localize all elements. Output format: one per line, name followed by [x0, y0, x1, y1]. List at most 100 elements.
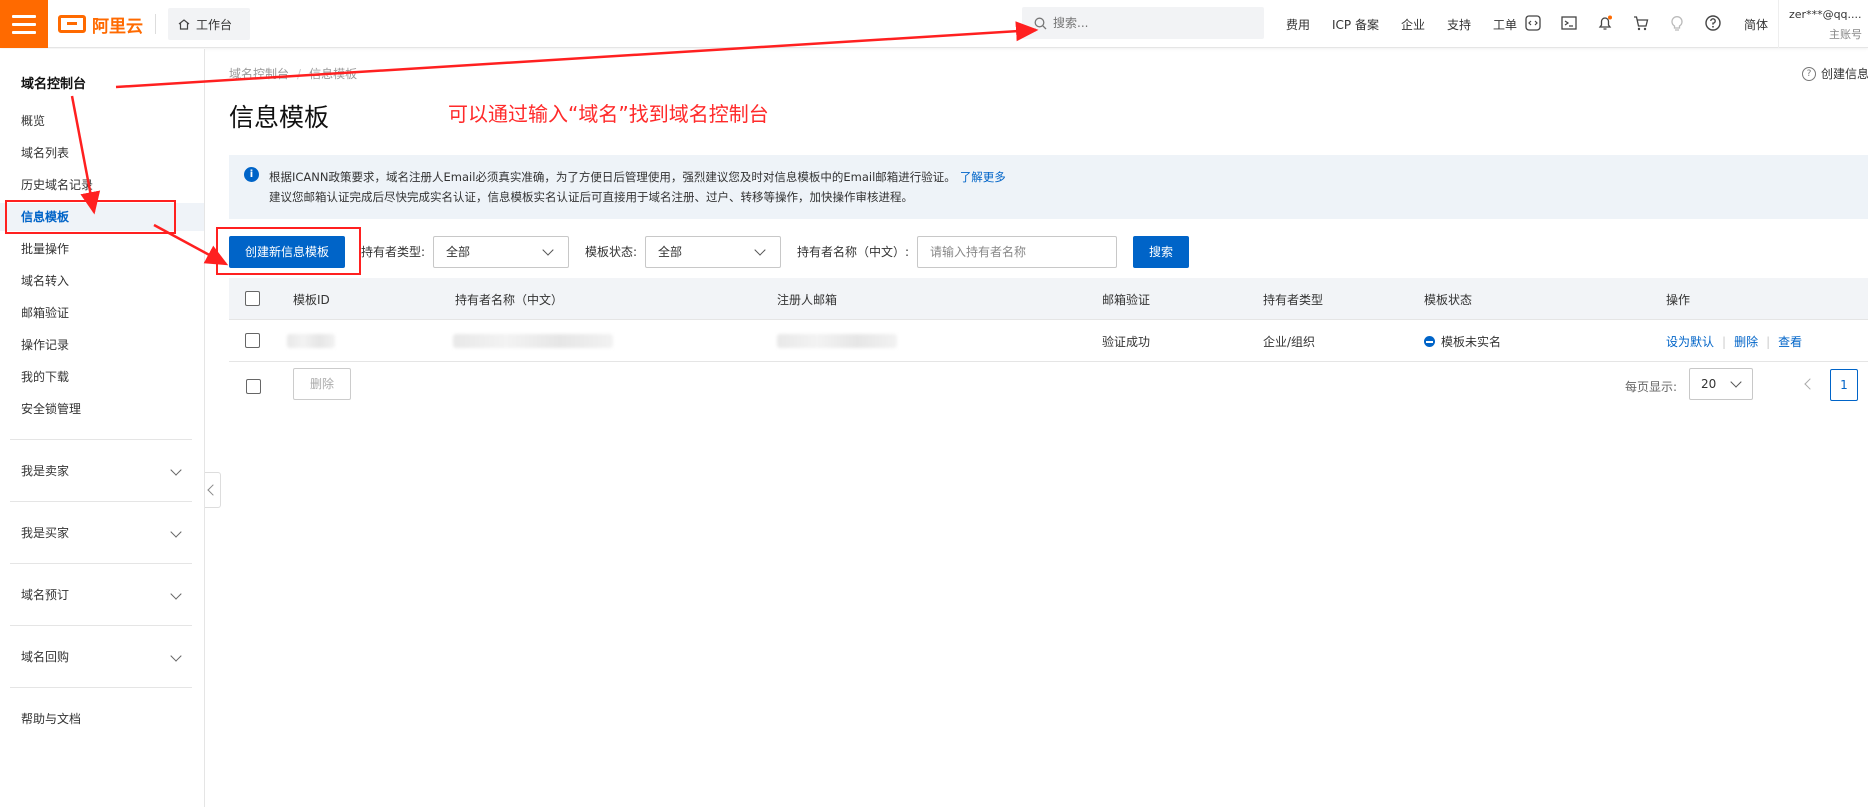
col-template-status: 模板状态	[1424, 293, 1473, 307]
sidebar-item-overview[interactable]: 概览	[0, 107, 204, 135]
cart-icon[interactable]	[1632, 14, 1650, 32]
sidebar-item-downloads[interactable]: 我的下载	[0, 363, 204, 391]
logo-divider	[155, 14, 156, 34]
home-icon	[178, 18, 190, 30]
sidebar-item-transfer-in[interactable]: 域名转入	[0, 267, 204, 295]
sidebar-collapse-handle[interactable]	[205, 472, 221, 508]
info-icon: i	[244, 167, 259, 182]
page-size-select[interactable]: 20	[1689, 368, 1753, 400]
template-id-redacted	[287, 334, 335, 348]
col-owner-type: 持有者类型	[1263, 293, 1324, 307]
hamburger-menu-icon[interactable]	[0, 0, 48, 48]
notice-banner: i 根据ICANN政策要求，域名注册人Email必须真实准确，为了方便日后管理使…	[229, 155, 1868, 219]
sidebar-help[interactable]: 帮助与文档	[10, 687, 192, 727]
search-icon	[1034, 17, 1047, 29]
top-nav: 费用 ICP 备案 企业 支持 工单	[1286, 0, 1539, 48]
sidebar-item-security-lock[interactable]: 安全锁管理	[0, 395, 204, 423]
notice-line-2: 建议您邮箱认证完成后尽快完成实名认证，信息模板实名认证后可直接用于域名注册、过户…	[269, 190, 913, 204]
nav-ticket[interactable]: 工单	[1493, 16, 1517, 33]
chevron-down-icon	[754, 244, 766, 256]
status-minus-icon	[1424, 336, 1435, 347]
highlight-box-create-button	[216, 227, 361, 275]
breadcrumb-item[interactable]: 域名控制台	[229, 67, 289, 81]
bell-icon[interactable]	[1596, 14, 1614, 32]
chevron-down-icon	[170, 588, 182, 600]
sidebar-group-seller[interactable]: 我是卖家	[10, 439, 192, 501]
sidebar-help-label: 帮助与文档	[21, 712, 82, 726]
delete-link[interactable]: 删除	[1734, 335, 1758, 349]
top-bar: 阿里云 工作台 费用 ICP 备案 企业 支持 工单	[0, 0, 1868, 48]
workbench-label: 工作台	[196, 17, 233, 32]
sidebar: 域名控制台 概览 域名列表 历史域名记录 信息模板 批量操作 域名转入 邮箱验证…	[0, 49, 205, 807]
nav-support[interactable]: 支持	[1447, 16, 1471, 33]
question-icon: ?	[1802, 66, 1816, 81]
template-status-value: 全部	[658, 245, 683, 259]
sidebar-group-buyer[interactable]: 我是买家	[10, 501, 192, 563]
owner-type-select[interactable]: 全部	[433, 236, 569, 268]
batch-delete-button[interactable]: 删除	[293, 368, 351, 400]
learn-more-link[interactable]: 了解更多	[960, 170, 1006, 184]
account-role: 主账号	[1829, 28, 1862, 41]
owner-type-value: 企业/组织	[1263, 335, 1316, 349]
chevron-down-icon	[170, 526, 182, 538]
nav-billing[interactable]: 费用	[1286, 16, 1310, 33]
bulb-icon[interactable]	[1668, 14, 1686, 32]
owner-name-input[interactable]	[917, 236, 1117, 268]
chevron-down-icon	[170, 650, 182, 662]
sidebar-item-domain-list[interactable]: 域名列表	[0, 139, 204, 167]
top-icons	[1524, 14, 1740, 32]
view-link[interactable]: 查看	[1778, 335, 1802, 349]
sidebar-group-reserve[interactable]: 域名预订	[10, 563, 192, 625]
page-size-label: 每页显示:	[1625, 380, 1678, 394]
breadcrumb-item: 信息模板	[309, 67, 358, 81]
chevron-down-icon	[1730, 376, 1742, 388]
aliyun-logo-icon	[58, 15, 86, 33]
table-header: 模板ID 持有者名称（中文） 注册人邮箱 邮箱验证 持有者类型 模板状态 操作	[229, 278, 1868, 320]
col-owner-name: 持有者名称（中文）	[455, 293, 564, 307]
aliyun-logo[interactable]: 阿里云	[58, 12, 143, 37]
page-number-current[interactable]: 1	[1830, 369, 1858, 401]
owner-type-label: 持有者类型:	[361, 245, 426, 259]
prev-page-icon[interactable]	[1800, 376, 1816, 392]
chevron-down-icon	[542, 244, 554, 256]
chevron-down-icon	[170, 464, 182, 476]
registrant-email-redacted	[777, 334, 897, 348]
sidebar-item-batch[interactable]: 批量操作	[0, 235, 204, 263]
owner-name-redacted	[453, 334, 613, 348]
account-name: zer***@qq....	[1789, 8, 1862, 21]
create-template-help-link[interactable]: ? 创建信息模板	[1802, 65, 1868, 82]
col-registrant-email: 注册人邮箱	[777, 293, 838, 307]
workbench-button[interactable]: 工作台	[168, 8, 250, 40]
account-menu[interactable]: zer***@qq.... 主账号	[1778, 0, 1868, 48]
col-actions: 操作	[1666, 293, 1691, 307]
sidebar-item-email-verify[interactable]: 邮箱验证	[0, 299, 204, 327]
template-status-select[interactable]: 全部	[645, 236, 781, 268]
app-root: 阿里云 工作台 费用 ICP 备案 企业 支持 工单	[0, 0, 1868, 807]
code-icon[interactable]	[1524, 14, 1542, 32]
language-switch[interactable]: 简体	[1744, 16, 1768, 33]
help-link-label: 创建信息模板	[1821, 67, 1868, 81]
highlight-box-sidebar	[5, 200, 176, 234]
nav-enterprise[interactable]: 企业	[1401, 16, 1425, 33]
set-default-link[interactable]: 设为默认	[1666, 335, 1714, 349]
terminal-icon[interactable]	[1560, 14, 1578, 32]
sidebar-group-label: 域名预订	[21, 588, 70, 602]
search-button[interactable]: 搜索	[1133, 236, 1189, 268]
sidebar-group-buyback[interactable]: 域名回购	[10, 625, 192, 687]
sidebar-item-history[interactable]: 历史域名记录	[0, 171, 204, 199]
row-checkbox[interactable]	[245, 333, 260, 348]
search-input[interactable]	[1053, 16, 1253, 30]
global-search[interactable]	[1022, 7, 1264, 39]
page-size-value: 20	[1701, 377, 1717, 391]
owner-type-value: 全部	[446, 245, 471, 259]
sidebar-item-operation-log[interactable]: 操作记录	[0, 331, 204, 359]
nav-icp[interactable]: ICP 备案	[1332, 16, 1379, 33]
select-all-checkbox[interactable]	[245, 291, 260, 306]
help-icon[interactable]	[1704, 14, 1722, 32]
col-email-verify: 邮箱验证	[1102, 293, 1151, 307]
table-row: 验证成功 企业/组织 模板未实名 设为默认 | 删除 | 查看	[229, 320, 1868, 362]
row-actions: 设为默认 | 删除 | 查看	[1666, 335, 1803, 349]
owner-name-label: 持有者名称（中文）:	[797, 245, 910, 259]
page-title: 信息模板	[229, 103, 330, 132]
footer-select-all-checkbox[interactable]	[246, 379, 261, 394]
